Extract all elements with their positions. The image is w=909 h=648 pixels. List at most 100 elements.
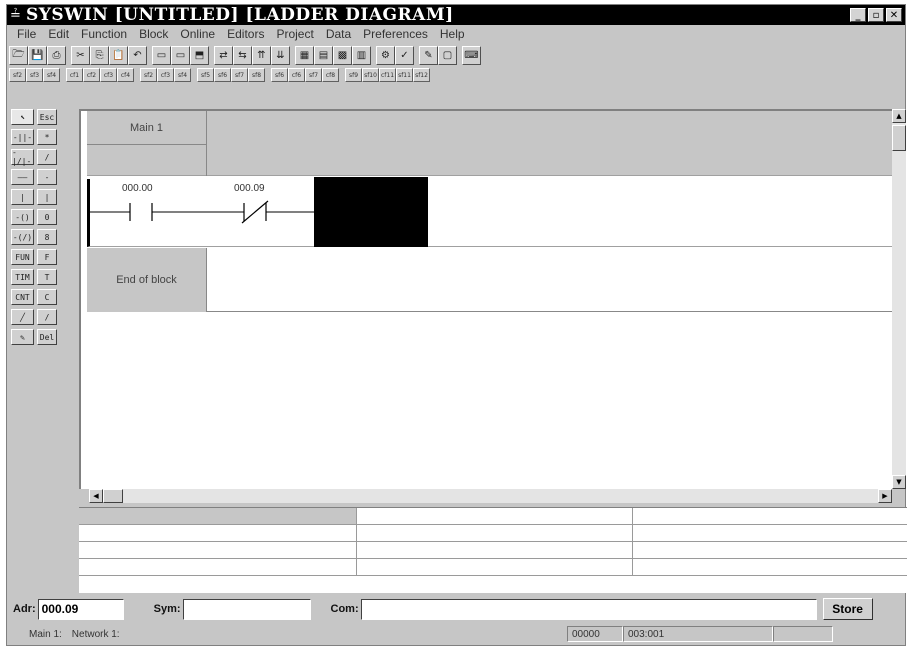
palette-shortcut-key[interactable]: - xyxy=(37,169,57,185)
menu-online[interactable]: Online xyxy=(174,27,221,41)
palette-shortcut-key[interactable]: C xyxy=(37,289,57,305)
monitor-icon[interactable]: ⇆ xyxy=(233,45,252,65)
function-key-sf6-button[interactable]: sf6 xyxy=(214,68,231,82)
cut-icon[interactable]: ✂ xyxy=(71,45,90,65)
scroll-up-icon[interactable]: ▲ xyxy=(892,109,906,123)
open-file-icon[interactable]: 🗁 xyxy=(9,45,28,65)
function-icon[interactable]: FUN xyxy=(11,249,34,265)
menu-block[interactable]: Block xyxy=(133,27,174,41)
function-key-sf2-button[interactable]: sf2 xyxy=(140,68,157,82)
menu-data[interactable]: Data xyxy=(320,27,357,41)
horizontal-scroll-thumb[interactable] xyxy=(103,489,123,503)
io-icon[interactable]: ▥ xyxy=(352,45,371,65)
table-cell[interactable] xyxy=(79,559,357,575)
ladder-canvas[interactable]: Main 1 000.00 000.09 End of block xyxy=(79,109,895,489)
function-key-cf2-button[interactable]: cf2 xyxy=(83,68,100,82)
function-key-cf3-button[interactable]: cf3 xyxy=(157,68,174,82)
contact-no-icon[interactable] xyxy=(129,203,153,221)
paste-icon[interactable]: 📋 xyxy=(109,45,128,65)
function-key-cf8-button[interactable]: cf8 xyxy=(322,68,339,82)
palette-shortcut-key[interactable]: * xyxy=(37,129,57,145)
minimize-button[interactable]: _ xyxy=(850,8,866,22)
block-name-tab[interactable]: Main 1 xyxy=(87,111,207,145)
vertical-scrollbar[interactable]: ▲ ▼ xyxy=(892,109,906,489)
function-key-cf3-button[interactable]: cf3 xyxy=(100,68,117,82)
function-key-cf4-button[interactable]: cf4 xyxy=(117,68,134,82)
table-cell[interactable] xyxy=(357,559,633,575)
table-cell[interactable] xyxy=(633,525,907,541)
edit-network-icon[interactable]: ✎ xyxy=(11,329,34,345)
palette-shortcut-key[interactable]: 8 xyxy=(37,229,57,245)
contact-no-icon[interactable]: -||- xyxy=(11,129,34,145)
delete-row-icon[interactable]: ▭ xyxy=(171,45,190,65)
scroll-right-icon[interactable]: ▶ xyxy=(878,489,892,503)
function-key-sf7-button[interactable]: sf7 xyxy=(305,68,322,82)
scroll-down-icon[interactable]: ▼ xyxy=(892,475,906,489)
ladder-cursor[interactable] xyxy=(314,177,428,247)
table-cell[interactable] xyxy=(357,525,633,541)
menu-function[interactable]: Function xyxy=(75,27,133,41)
menu-edit[interactable]: Edit xyxy=(42,27,75,41)
coil-nc-icon[interactable]: -(/) xyxy=(11,229,34,245)
symbol-input[interactable] xyxy=(182,598,311,620)
store-button[interactable]: Store xyxy=(822,598,873,620)
palette-shortcut-key[interactable]: 0 xyxy=(37,209,57,225)
function-key-sf4-button[interactable]: sf4 xyxy=(174,68,191,82)
coil-icon[interactable]: -() xyxy=(11,209,34,225)
maximize-button[interactable]: ▫ xyxy=(868,8,884,22)
print-icon[interactable]: ⎙ xyxy=(47,45,66,65)
function-key-sf6-button[interactable]: sf6 xyxy=(271,68,288,82)
block-icon[interactable]: ⬒ xyxy=(190,45,209,65)
table-icon[interactable]: ▤ xyxy=(314,45,333,65)
palette-shortcut-key[interactable]: F xyxy=(37,249,57,265)
comment-input[interactable] xyxy=(360,598,817,620)
table-cell[interactable] xyxy=(633,542,907,558)
menu-help[interactable]: Help xyxy=(434,27,471,41)
insert-row-icon[interactable]: ▭ xyxy=(152,45,171,65)
vertical-scroll-thumb[interactable] xyxy=(892,125,906,151)
check-icon[interactable]: ✓ xyxy=(395,45,414,65)
palette-shortcut-key[interactable]: / xyxy=(37,149,57,165)
menu-project[interactable]: Project xyxy=(270,27,319,41)
transfer-up-icon[interactable]: ⇈ xyxy=(252,45,271,65)
scroll-left-icon[interactable]: ◀ xyxy=(89,489,103,503)
function-key-sf3-button[interactable]: sf3 xyxy=(26,68,43,82)
timer-icon[interactable]: TIM xyxy=(11,269,34,285)
function-key-sf12-button[interactable]: sf12 xyxy=(413,68,430,82)
select-pointer-icon[interactable]: ⬉ xyxy=(11,109,34,125)
function-key-sf4-button[interactable]: sf4 xyxy=(43,68,60,82)
function-key-cf6-button[interactable]: cf6 xyxy=(288,68,305,82)
function-key-sf10-button[interactable]: sf10 xyxy=(362,68,379,82)
contact-nc-icon[interactable] xyxy=(241,200,269,224)
palette-shortcut-key[interactable]: | xyxy=(37,189,57,205)
pen-icon[interactable]: ✎ xyxy=(419,45,438,65)
table-cell[interactable] xyxy=(357,542,633,558)
keyboard-icon[interactable]: ⌨ xyxy=(462,45,481,65)
function-key-sf8-button[interactable]: sf8 xyxy=(248,68,265,82)
draw-line-icon[interactable]: ╱ xyxy=(11,309,34,325)
undo-icon[interactable]: ↶ xyxy=(128,45,147,65)
palette-shortcut-key[interactable]: / xyxy=(37,309,57,325)
block-comment-cell[interactable] xyxy=(87,145,207,176)
vertical-line-icon[interactable]: | xyxy=(11,189,34,205)
table-cell[interactable] xyxy=(357,508,633,524)
zoom-icon[interactable]: ▢ xyxy=(438,45,457,65)
compile-icon[interactable]: ⚙ xyxy=(376,45,395,65)
function-key-sf7-button[interactable]: sf7 xyxy=(231,68,248,82)
ladder-rung[interactable]: 000.00 000.09 xyxy=(87,177,895,247)
counter-icon[interactable]: CNT xyxy=(11,289,34,305)
menu-file[interactable]: File xyxy=(11,27,42,41)
function-key-cf11-button[interactable]: cf11 xyxy=(379,68,396,82)
chart-icon[interactable]: ▦ xyxy=(295,45,314,65)
table-cell[interactable] xyxy=(633,508,907,524)
menu-editors[interactable]: Editors xyxy=(221,27,270,41)
copy-icon[interactable]: ⎘ xyxy=(90,45,109,65)
palette-shortcut-key[interactable]: Del xyxy=(37,329,57,345)
table-cell[interactable] xyxy=(79,542,357,558)
online-icon[interactable]: ⇄ xyxy=(214,45,233,65)
function-key-sf5-button[interactable]: sf5 xyxy=(197,68,214,82)
address-input[interactable] xyxy=(37,598,124,620)
close-button[interactable]: ✕ xyxy=(886,8,902,22)
palette-shortcut-key[interactable]: T xyxy=(37,269,57,285)
function-key-sf2-button[interactable]: sf2 xyxy=(9,68,26,82)
